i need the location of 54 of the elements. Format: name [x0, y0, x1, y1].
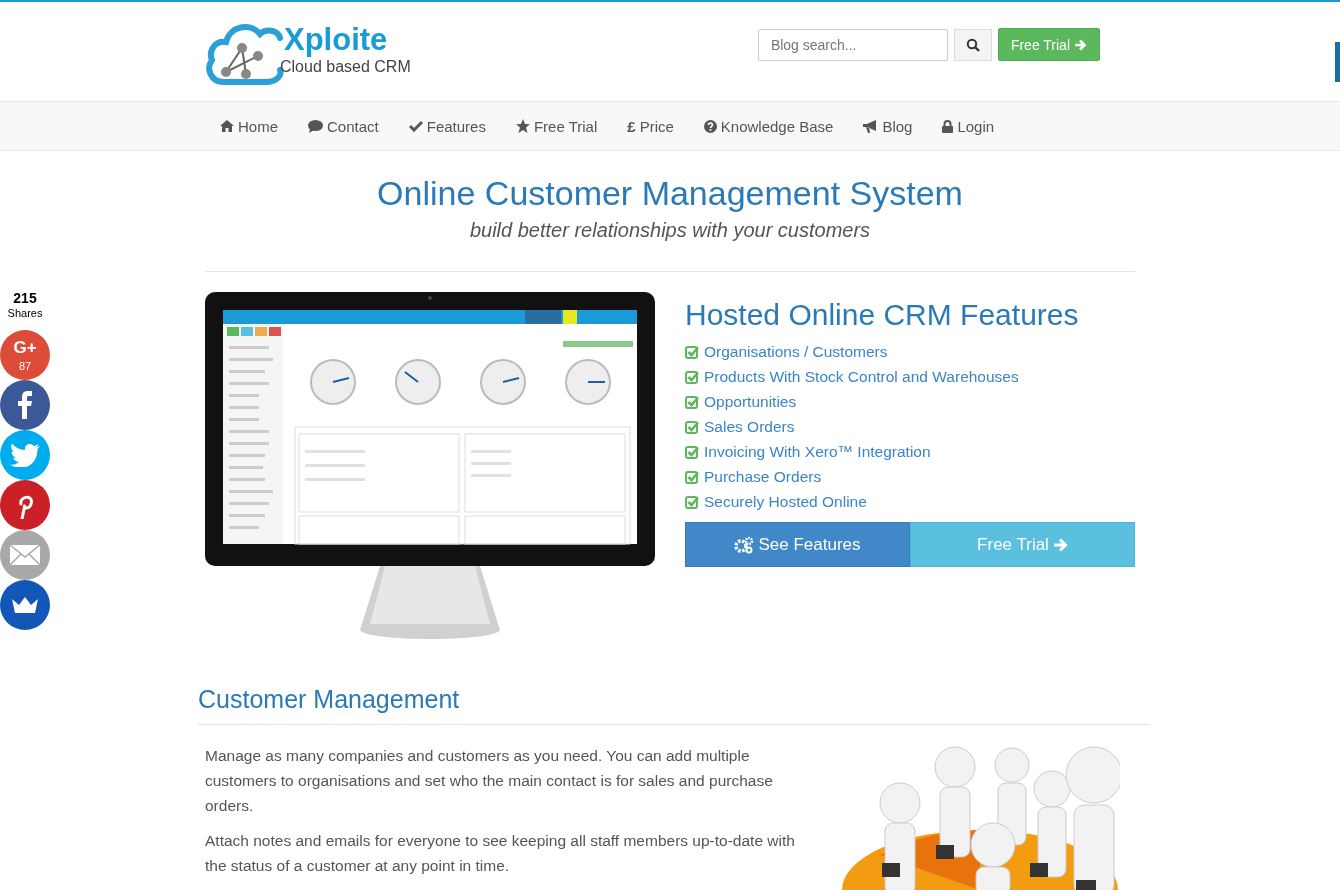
checkmark-icon: [408, 120, 423, 132]
star-icon: [515, 119, 530, 133]
nav-link[interactable]: Blog: [848, 117, 928, 135]
envelope-icon: [9, 544, 41, 566]
features-title: Hosted Online CRM Features: [685, 297, 1080, 333]
search-button[interactable]: [953, 28, 992, 61]
speech-bubble-icon: [308, 119, 323, 133]
logo-tagline: Cloud based CRM: [280, 57, 411, 77]
help-icon: [703, 119, 717, 133]
checked-box-icon: [685, 494, 699, 509]
crown-icon: [12, 597, 38, 613]
checked-box-icon: [685, 369, 699, 384]
checked-box-icon: [685, 344, 699, 359]
checked-box-icon: [685, 394, 699, 409]
home-icon: [220, 120, 234, 132]
pound-icon: £: [627, 117, 636, 135]
see-features-button[interactable]: See Features: [685, 522, 910, 567]
share-label: Shares: [7, 306, 43, 320]
gears-icon: [734, 535, 755, 554]
nav-link[interactable]: Contact: [293, 117, 394, 135]
nav-link[interactable]: Home: [200, 117, 293, 135]
nav-link[interactable]: Free Trial: [500, 117, 613, 135]
feature-item: Organisations / Customers: [704, 342, 888, 362]
nav-link[interactable]: Knowledge Base: [688, 117, 849, 135]
arrow-right-icon: [1074, 38, 1087, 51]
feature-item: Opportunities: [704, 392, 797, 412]
search-icon: [965, 37, 980, 52]
pinterest-share-button[interactable]: [0, 480, 50, 530]
feature-item: Invoicing With Xero™ Integration: [704, 442, 931, 462]
feature-item: Purchase Orders: [704, 467, 822, 487]
section-title: Customer Management: [198, 682, 1150, 725]
lock-icon: [942, 119, 954, 133]
arrow-right-icon: [1052, 537, 1068, 552]
nav-link[interactable]: Login: [927, 117, 1010, 135]
hero-subtitle: build better relationships with your customers: [468, 218, 872, 243]
feature-item: Sales Orders: [704, 417, 795, 437]
share-count: 215: [13, 290, 37, 306]
nav-link[interactable]: £ Price: [612, 117, 689, 135]
paragraph: Attach notes and emails for everyone to see keeping all staff members up-to-date with the status of a customer at any point in time.: [205, 831, 796, 876]
checked-box-icon: [685, 419, 699, 434]
facebook-share-button[interactable]: [0, 380, 50, 430]
google-share-button[interactable]: G+ 87: [0, 330, 50, 380]
hero-title: Online Customer Management System: [376, 173, 964, 213]
facebook-icon: [18, 391, 32, 419]
paragraph: Manage as many companies and customers as you need. You can add multiple customers to organisations and set who the main contact is for sales and purchase orders.: [205, 746, 774, 816]
checked-box-icon: [685, 469, 699, 484]
crown-share-button[interactable]: [0, 580, 50, 630]
bird-icon: [10, 443, 40, 467]
feature-item: Securely Hosted Online: [704, 492, 867, 512]
feature-item: Products With Stock Control and Warehouses: [704, 367, 1019, 387]
checked-box-icon: [685, 444, 699, 459]
megaphone-icon: [863, 119, 879, 133]
nav-link[interactable]: Features: [393, 117, 501, 135]
search-field[interactable]: Blog search...: [757, 28, 948, 61]
